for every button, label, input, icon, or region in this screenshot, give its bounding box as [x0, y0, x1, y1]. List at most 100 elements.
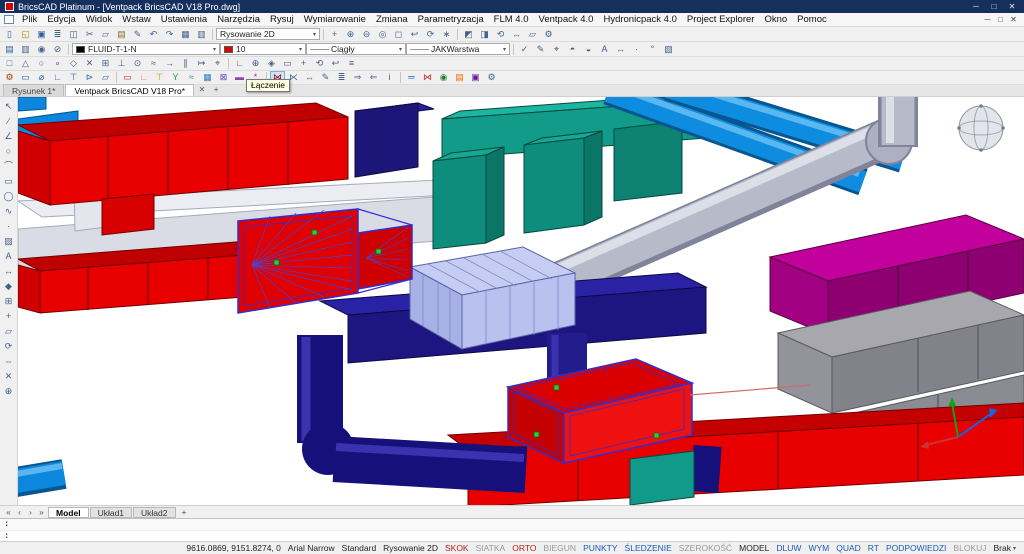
- draw-order-back-icon[interactable]: ◒: [581, 43, 596, 56]
- menu-zmiana[interactable]: Zmiana: [371, 14, 413, 25]
- model-canvas[interactable]: [18, 97, 1024, 505]
- hp-settings-icon[interactable]: ⚙: [484, 71, 499, 84]
- hp-valve-icon[interactable]: ⋈: [420, 71, 435, 84]
- print-preview-icon[interactable]: ◫: [66, 28, 81, 41]
- layout-tab-układ2[interactable]: Układ2: [133, 507, 175, 518]
- selection-filter[interactable]: Brak ▾: [994, 543, 1017, 553]
- minimize-button[interactable]: ─: [969, 2, 983, 11]
- snap-extension-icon[interactable]: →: [162, 57, 177, 70]
- menu-ustawienia[interactable]: Ustawienia: [156, 14, 212, 25]
- menu-wymiarowanie[interactable]: Wymiarowanie: [299, 14, 371, 25]
- ucs-previous-icon[interactable]: ↩: [328, 57, 343, 70]
- status-wym[interactable]: WYM: [808, 543, 829, 553]
- new-icon[interactable]: ▯: [2, 28, 17, 41]
- doc-tab-ventpack-bricscad-v18-pro[interactable]: Ventpack BricsCAD V18 Pro*: [65, 84, 194, 96]
- vp-damper-icon[interactable]: ⊠: [216, 71, 231, 84]
- snap-settings-icon[interactable]: ⌖: [210, 57, 225, 70]
- menu-ventpack-4-0[interactable]: Ventpack 4.0: [534, 14, 599, 25]
- snap-midpoint-icon[interactable]: △: [18, 57, 33, 70]
- menu-parametryzacja[interactable]: Parametryzacja: [413, 14, 489, 25]
- hp-radiator-icon[interactable]: ▤: [452, 71, 467, 84]
- maximize-button[interactable]: □: [987, 2, 1001, 11]
- snap-center-icon[interactable]: ○: [34, 57, 49, 70]
- cut-icon[interactable]: ✂: [82, 28, 97, 41]
- point-style-icon[interactable]: ∙: [629, 43, 644, 56]
- snap-node-icon[interactable]: ∘: [50, 57, 65, 70]
- menu-okno[interactable]: Okno: [759, 14, 792, 25]
- render-icon[interactable]: ◩: [461, 28, 476, 41]
- ventpack-settings-icon[interactable]: ⚙: [2, 71, 17, 84]
- status-siatka[interactable]: SIATKA: [476, 543, 506, 553]
- polyline-icon[interactable]: ∠: [1, 129, 16, 143]
- status-śledzenie[interactable]: ŚLEDZENIE: [625, 543, 672, 553]
- vp-silencer-icon[interactable]: ▬: [232, 71, 247, 84]
- zoom-extents-icon[interactable]: ◎: [375, 28, 390, 41]
- text-style-icon[interactable]: A: [597, 43, 612, 56]
- rectangle-icon[interactable]: ▭: [1, 174, 16, 188]
- current-font[interactable]: Arial Narrow: [288, 543, 335, 553]
- mirror-icon[interactable]: ⇔: [1, 354, 16, 368]
- ellipse-icon[interactable]: ◯: [1, 189, 16, 203]
- status-punkty[interactable]: PUNKTY: [583, 543, 617, 553]
- layer-isolate-icon[interactable]: ◉: [34, 43, 49, 56]
- vp-duct-icon[interactable]: ▭: [18, 71, 33, 84]
- vp-draw-duct-icon[interactable]: ▭: [120, 71, 135, 84]
- properties-icon[interactable]: ▦: [178, 28, 193, 41]
- snap-nearest-icon[interactable]: ≈: [146, 57, 161, 70]
- settings-icon[interactable]: ⚙: [541, 28, 556, 41]
- vp-flex-duct-icon[interactable]: ≈: [184, 71, 199, 84]
- match-layer-icon[interactable]: ✎: [533, 43, 548, 56]
- draw-order-front-icon[interactable]: ◓: [565, 43, 580, 56]
- status-szerokość[interactable]: SZEROKOŚĆ: [679, 543, 732, 553]
- dimension-style-icon[interactable]: ↔: [613, 43, 628, 56]
- zoom-out-icon[interactable]: ⊖: [359, 28, 374, 41]
- status-orto[interactable]: ORTO: [512, 543, 536, 553]
- snap-intersection-icon[interactable]: ✕: [82, 57, 97, 70]
- snap-endpoint-icon[interactable]: □: [2, 57, 17, 70]
- lineweight-dropdown[interactable]: ——— JAKWarstwa ▾: [406, 43, 510, 55]
- vp-diffuser-icon[interactable]: ▦: [200, 71, 215, 84]
- rotate-icon[interactable]: ⟳: [1, 339, 16, 353]
- vp-reducer-icon[interactable]: ⊳: [82, 71, 97, 84]
- spline-icon[interactable]: ∿: [1, 204, 16, 218]
- ucs-face-icon[interactable]: ◈: [264, 57, 279, 70]
- snap-parallel-icon[interactable]: ∥: [178, 57, 193, 70]
- drawing-explorer-icon[interactable]: ▥: [194, 28, 209, 41]
- hp-pump-icon[interactable]: ◉: [436, 71, 451, 84]
- text-icon[interactable]: A: [1, 249, 16, 263]
- menu-edycja[interactable]: Edycja: [42, 14, 81, 25]
- layout-tab-układ1[interactable]: Układ1: [90, 507, 132, 518]
- status-dluw[interactable]: DLUW: [776, 543, 801, 553]
- layout-nav-button[interactable]: ‹: [14, 508, 25, 517]
- print-icon[interactable]: ≣: [50, 28, 65, 41]
- status-skok[interactable]: SKOK: [445, 543, 469, 553]
- vp-tee-icon[interactable]: ⊤: [66, 71, 81, 84]
- viewport-3d[interactable]: [18, 97, 1024, 505]
- area-icon[interactable]: ▱: [525, 28, 540, 41]
- linetype-dropdown[interactable]: ——— Ciągły ▾: [306, 43, 406, 55]
- current-style[interactable]: Standard: [342, 543, 377, 553]
- snap-tangent-icon[interactable]: ⊙: [130, 57, 145, 70]
- vp-draw-branch-icon[interactable]: Y: [168, 71, 183, 84]
- open-icon[interactable]: ◱: [18, 28, 33, 41]
- ucs-view-icon[interactable]: ▭: [280, 57, 295, 70]
- zoom-tool-icon[interactable]: ⊕: [1, 384, 16, 398]
- current-workspace[interactable]: Rysowanie 2D: [383, 543, 438, 553]
- vp-round-duct-icon[interactable]: ⌀: [34, 71, 49, 84]
- layout-nav-button[interactable]: »: [36, 508, 47, 517]
- status-model[interactable]: MODEL: [739, 543, 769, 553]
- snap-perpendicular-icon[interactable]: ⊥: [114, 57, 129, 70]
- vp-bom-icon[interactable]: ≣: [334, 71, 349, 84]
- erase-icon[interactable]: ✕: [1, 369, 16, 383]
- ucs-origin-icon[interactable]: +: [296, 57, 311, 70]
- vp-elbow-icon[interactable]: ∟: [50, 71, 65, 84]
- menu-narzędzia[interactable]: Narzędzia: [212, 14, 265, 25]
- hp-boiler-icon[interactable]: ▣: [468, 71, 483, 84]
- snap-from-icon[interactable]: ↦: [194, 57, 209, 70]
- distance-icon[interactable]: ↔: [509, 28, 524, 41]
- ucs-named-icon[interactable]: ≡: [344, 57, 359, 70]
- line-icon[interactable]: ∕: [1, 114, 16, 128]
- dimension-icon[interactable]: ↔: [1, 264, 16, 278]
- status-podpowiedzi[interactable]: PODPOWIEDZI: [886, 543, 946, 553]
- view-orbit-icon[interactable]: ⟲: [493, 28, 508, 41]
